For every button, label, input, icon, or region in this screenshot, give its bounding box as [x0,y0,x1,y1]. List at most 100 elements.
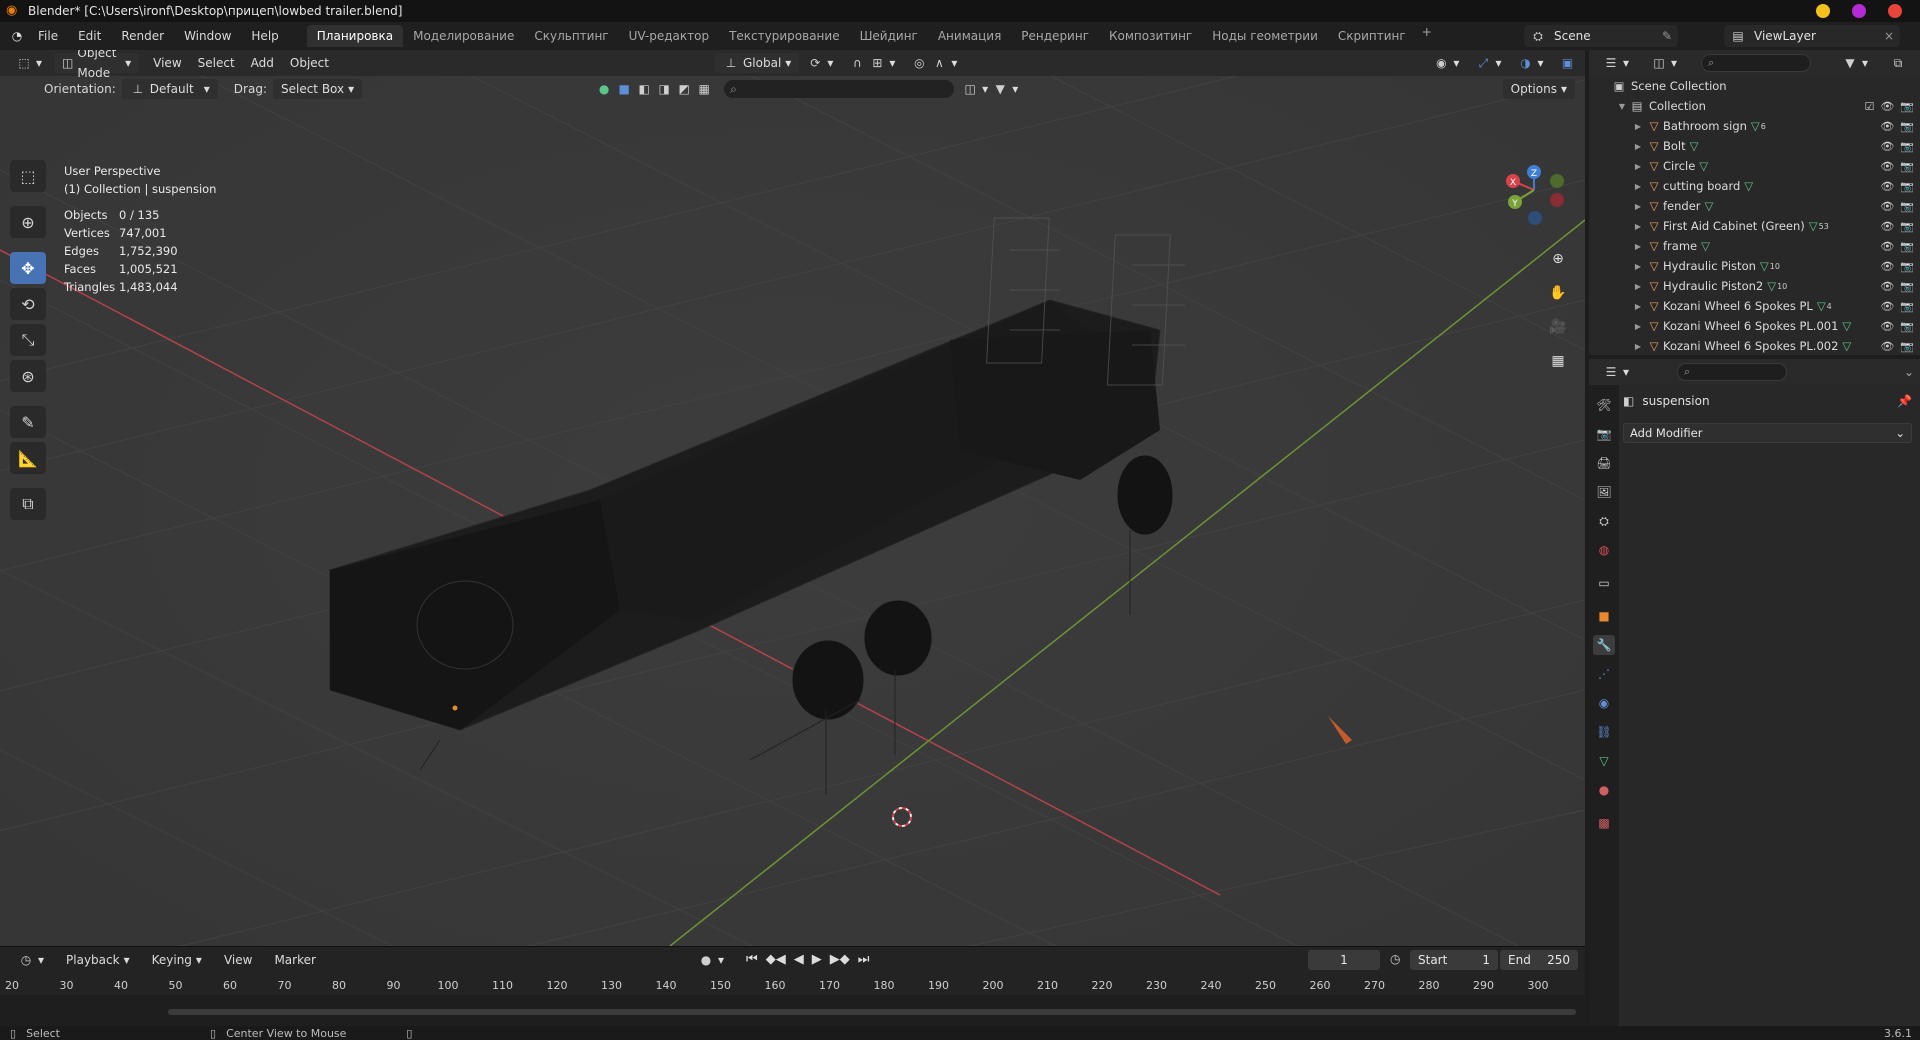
viewport-canvas[interactable]: Z X Y [0,50,1585,946]
outliner-item[interactable]: ▶ ▽ First Aid Cabinet (Green) ▽ 53 👁 📷 [1589,216,1920,236]
data-tab-icon[interactable]: ▽ [1593,751,1615,771]
outliner-item[interactable]: ▶ ▽ Bolt ▽ 👁 📷 [1589,136,1920,156]
properties-editor-type[interactable]: ☰ ▾ [1595,362,1637,382]
tab-modeling[interactable]: Моделирование [403,25,524,47]
expand-arrow-icon[interactable]: ▶ [1631,342,1645,351]
menu-file[interactable]: File [28,22,68,50]
new-collection-button[interactable]: ⧉ [1882,53,1914,73]
scale-tool[interactable]: ⤡ [10,324,46,356]
3d-viewport[interactable]: Z X Y ⬚ ▾ ◫ Object Mode ▾ View Select Add … [0,50,1585,946]
timeline-menu-view[interactable]: View [216,950,260,970]
eye-icon[interactable]: 👁 [1880,120,1894,133]
camera-icon[interactable]: 📷 [1900,220,1914,233]
overlay-toggle-button[interactable]: ◑ ▾ [1509,53,1551,73]
eye-icon[interactable]: 👁 [1880,220,1894,233]
camera-icon[interactable]: 📷 [1900,240,1914,253]
tab-uv-editing[interactable]: UV-редактор [619,25,719,47]
maximize-button[interactable] [1852,4,1866,18]
expand-arrow-icon[interactable]: ▶ [1631,142,1645,151]
expand-arrow-icon[interactable]: ▶ [1631,202,1645,211]
checkbox-icon[interactable]: ☑ [1864,100,1874,113]
camera-icon[interactable]: 📷 [1900,120,1914,133]
proportional-edit-button[interactable]: ◎ ∧ ▾ [903,53,965,73]
camera-icon[interactable]: 📷 [1900,180,1914,193]
filter-dropdown[interactable]: ◫ ▾ ▼ ▾ [954,79,1026,99]
eye-icon[interactable]: 👁 [1880,280,1894,293]
snap-button[interactable]: ∩ ⊞ ▾ [841,53,903,73]
menu-view[interactable]: View [145,53,189,73]
play-reverse-icon[interactable]: ◀ [794,952,804,967]
object-tab-icon[interactable]: ■ [1593,606,1615,626]
tab-rendering[interactable]: Рендеринг [1011,25,1099,47]
eye-icon[interactable]: 👁 [1880,160,1894,173]
camera-icon[interactable]: 📷 [1900,280,1914,293]
outliner-item[interactable]: ▶ ▽ Hydraulic Piston ▽ 10 👁 📷 [1589,256,1920,276]
constraints-tab-icon[interactable]: ⛓ [1593,722,1615,742]
expand-arrow-icon[interactable]: ▼ [1615,102,1629,111]
options-dropdown[interactable]: Options ▾ [1502,79,1575,99]
close-icon[interactable]: × [1884,29,1894,43]
eye-icon[interactable]: 👁 [1880,300,1894,313]
world-tab-icon[interactable]: ◍ [1593,540,1615,560]
menu-render[interactable]: Render [111,22,174,50]
add-modifier-dropdown[interactable]: Add Modifier ⌄ [1623,423,1912,443]
tab-layout[interactable]: Планировка [306,25,404,47]
eye-icon[interactable]: 👁 [1880,240,1894,253]
menu-select[interactable]: Select [190,53,243,73]
select-box-tool[interactable]: ⬚ [10,160,46,192]
scene-selector[interactable]: ⛭ Scene ✎ [1524,25,1678,47]
eye-icon[interactable]: 👁 [1880,260,1894,273]
output-tab-icon[interactable]: 🖨 [1593,453,1615,473]
mode-dropdown[interactable]: ◫ Object Mode ▾ [54,50,140,80]
tab-scripting[interactable]: Скриптинг [1328,25,1416,47]
object-name[interactable]: suspension [1642,394,1709,408]
eye-icon[interactable]: 👁 [1880,100,1894,113]
eye-icon[interactable]: 👁 [1880,140,1894,153]
outliner-item[interactable]: ▶ ▽ fender ▽ 👁 📷 [1589,196,1920,216]
jump-start-icon[interactable]: ⏮ [746,952,758,967]
outliner-item[interactable]: ▶ ▽ Kozani Wheel 6 Spokes PL ▽ 4 👁 📷 [1589,296,1920,316]
expand-arrow-icon[interactable]: ▶ [1631,222,1645,231]
timeline-editor-type[interactable]: ◷ ▾ [10,950,52,970]
current-frame-field[interactable]: 1 [1308,950,1380,970]
tab-texture-paint[interactable]: Текстурирование [719,25,849,47]
gizmo-toggle-button[interactable]: ⤢ ▾ [1467,53,1509,73]
viewport-search-input[interactable]: ⌕ [724,80,955,98]
menu-window[interactable]: Window [174,22,241,50]
prev-keyframe-icon[interactable]: ◆◀ [766,952,786,967]
tab-animation[interactable]: Анимация [928,25,1011,47]
blender-menu-icon[interactable]: ◔ [6,29,28,43]
editor-type-button[interactable]: ⬚ ▾ [8,53,50,73]
properties-search-input[interactable]: ⌕ [1677,363,1788,381]
camera-icon[interactable]: 📷 [1900,160,1914,173]
pivot-point-button[interactable]: ⟳ ▾ [799,53,841,73]
jump-end-icon[interactable]: ⏭ [858,952,870,967]
outliner-item[interactable]: ▶ ▽ Kozani Wheel 6 Spokes PL.001 ▽ 👁 📷 [1589,316,1920,336]
expand-arrow-icon[interactable]: ▶ [1631,302,1645,311]
expand-arrow-icon[interactable]: ▶ [1631,262,1645,271]
ortho-grid-icon[interactable]: ▦ [1545,348,1571,374]
outliner-item[interactable]: ▶ ▽ frame ▽ 👁 📷 [1589,236,1920,256]
menu-playback[interactable]: Playback ▾ [58,950,138,970]
menu-edit[interactable]: Edit [68,22,111,50]
menu-help[interactable]: Help [241,22,288,50]
menu-add[interactable]: Add [243,53,282,73]
move-tool[interactable]: ✥ [10,252,46,284]
texture-tab-icon[interactable]: ▩ [1593,813,1615,833]
shading-wireframe-button[interactable]: ⊕ [1584,53,1586,73]
orientation-dropdown[interactable]: ⊥ Default ▾ [121,79,218,99]
add-workspace-icon[interactable]: + [1416,25,1438,47]
expand-arrow-icon[interactable]: ▶ [1631,182,1645,191]
scene-collection-row[interactable]: ▣ Scene Collection [1589,76,1920,96]
camera-icon[interactable]: 📷 [1900,340,1914,353]
outliner-item[interactable]: ▶ ▽ Circle ▽ 👁 📷 [1589,156,1920,176]
start-frame-field[interactable]: Start 1 [1410,950,1498,970]
view-layer-selector[interactable]: ▤ ViewLayer × [1724,25,1900,47]
record-button[interactable]: ● ▾ [690,950,732,970]
annotate-tool[interactable]: ✎ [10,406,46,438]
drag-dropdown[interactable]: Select Box ▾ [272,79,363,99]
outliner-search-input[interactable]: ⌕ [1701,54,1812,72]
timeline-ruler[interactable]: 20 30 40 50 60 70 80 90 100 110 120 130 140 150 160 170… [0,975,1585,995]
tab-shading[interactable]: Шейдинг [850,25,928,47]
expand-arrow-icon[interactable]: ▶ [1631,242,1645,251]
